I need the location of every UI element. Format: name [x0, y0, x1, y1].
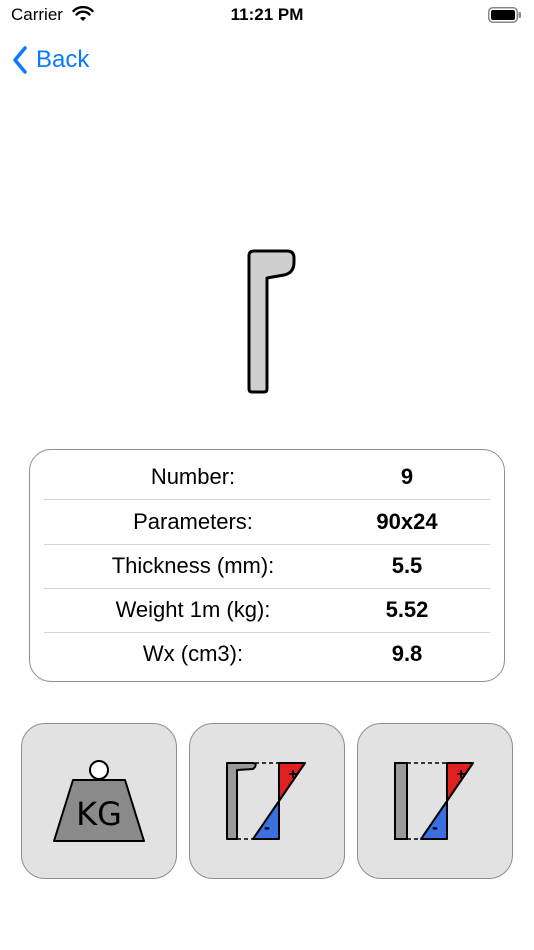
plus-label: + [456, 766, 465, 783]
row-value-wx: 9.8 [391, 641, 423, 666]
row-label-wx: Wx (cm3): [142, 641, 244, 666]
row-value-parameters: 90x24 [376, 509, 438, 534]
table-row: Wx (cm3): 9.8 [44, 632, 490, 676]
weight-kg-icon: KG [53, 760, 145, 842]
clock: 11:21 PM [230, 5, 304, 24]
row-value-number: 9 [400, 464, 414, 489]
battery-icon [488, 7, 521, 23]
row-label-weight: Weight 1m (kg): [115, 597, 271, 622]
stress-plate-button[interactable]: + - [357, 723, 513, 879]
stress-diagram-plate-icon: + - [394, 762, 474, 840]
plus-label: + [288, 766, 297, 783]
row-label-number: Number: [150, 464, 236, 489]
channel-profile-icon [247, 249, 296, 394]
row-label-thickness: Thickness (mm): [111, 553, 275, 578]
stress-diagram-profile-icon: + - [226, 762, 306, 840]
table-row: Parameters: 90x24 [44, 500, 490, 544]
stress-profile-button[interactable]: + - [189, 723, 345, 879]
properties-table: Number: 9 Parameters: 90x24 Thickness (m… [29, 449, 505, 682]
table-row: Thickness (mm): 5.5 [44, 544, 490, 588]
chevron-left-icon [13, 46, 27, 74]
kg-label: KG [76, 795, 122, 833]
minus-label: - [432, 817, 438, 837]
row-value-weight: 5.52 [385, 597, 429, 622]
back-label: Back [36, 46, 90, 73]
table-row: Number: 9 [44, 455, 490, 499]
status-bar: Carrier 11:21 PM [0, 0, 534, 30]
back-button[interactable]: Back [12, 44, 89, 76]
weight-button[interactable]: KG [21, 723, 177, 879]
row-value-thickness: 5.5 [391, 553, 423, 578]
table-row: Weight 1m (kg): 5.52 [44, 588, 490, 632]
minus-label: - [264, 817, 270, 837]
row-label-parameters: Parameters: [133, 509, 253, 534]
